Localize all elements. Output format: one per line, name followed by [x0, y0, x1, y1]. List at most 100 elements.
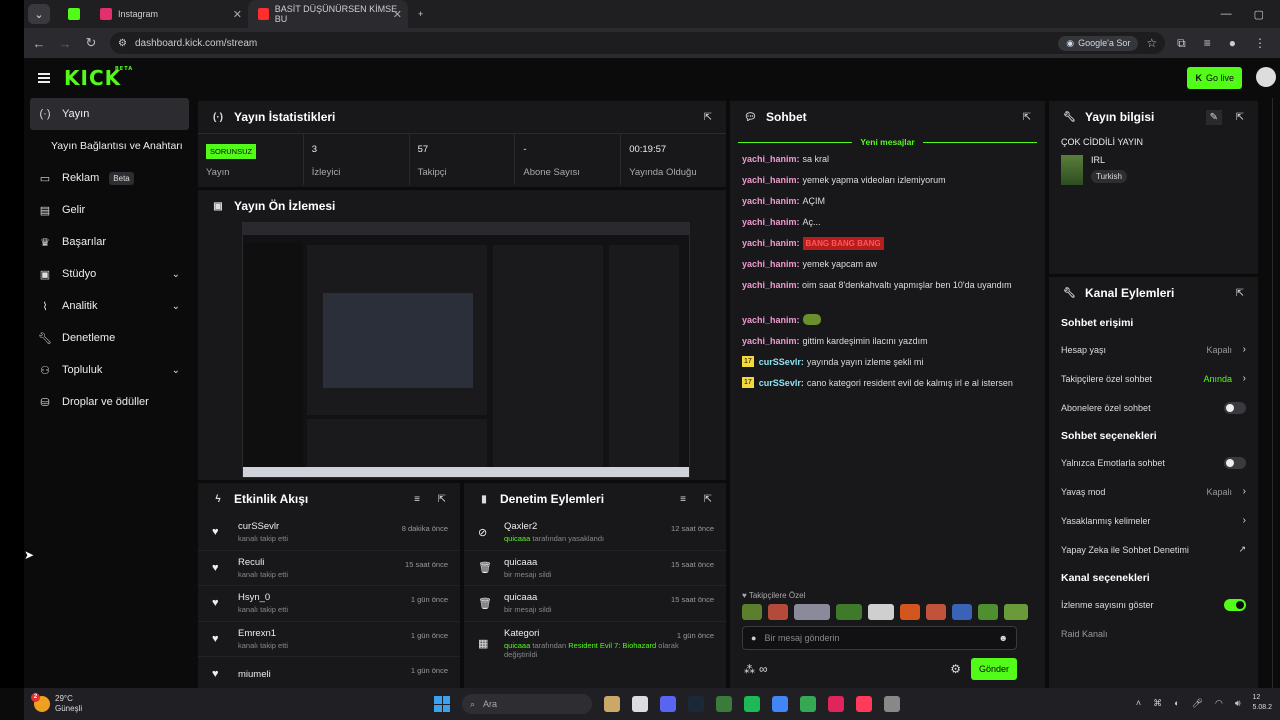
emote[interactable] — [868, 604, 894, 620]
setting-followers-only[interactable]: Takipçilere özel sohbet Anında › — [1049, 364, 1258, 393]
chat-username[interactable]: yachi_hanim: — [742, 280, 800, 290]
maximize-icon[interactable]: ▢ — [1254, 8, 1264, 21]
send-button[interactable]: Gönder — [970, 658, 1017, 680]
wifi-icon[interactable]: ◠ — [1215, 698, 1223, 709]
microphone-icon[interactable]: 🎤︎ — [1192, 698, 1203, 709]
chat-username[interactable]: yachi_hanim: — [742, 174, 800, 187]
chevron-up-icon[interactable]: ˄ — [1136, 698, 1141, 708]
setting-account-age[interactable]: Hesap yaşı Kapalı › — [1049, 335, 1258, 364]
new-messages-divider[interactable]: Yeni mesajlar — [730, 135, 1045, 149]
back-icon[interactable]: ← — [32, 36, 46, 51]
app-icon[interactable] — [828, 696, 844, 712]
volume-icon[interactable]: 🔊︎ — [1235, 698, 1241, 709]
filter-icon[interactable]: ≡ — [680, 494, 686, 505]
steam-icon[interactable] — [688, 696, 704, 712]
file-explorer-icon[interactable] — [604, 696, 620, 712]
edit-pencil-icon[interactable]: ✎ — [1205, 109, 1222, 125]
avatar[interactable] — [1256, 67, 1276, 87]
feed-name[interactable]: Qaxler2 — [504, 521, 604, 532]
sidebar-item-gelir[interactable]: ▤ Gelir — [24, 194, 194, 226]
feed-name[interactable]: curSSevlr — [238, 521, 288, 532]
google-ask-button[interactable]: ◉ Google'a Sor — [1058, 35, 1139, 51]
sidebar-item-droplar[interactable]: ⛁ Droplar ve ödüller — [24, 386, 194, 418]
feed-actor[interactable]: quicaaa — [504, 534, 530, 543]
bookmark-star-icon[interactable]: ☆ — [1146, 36, 1157, 50]
forward-icon[interactable]: → — [58, 36, 72, 51]
setting-ai-moderation[interactable]: Yapay Zeka ile Sohbet Denetimi ↗ — [1049, 535, 1258, 564]
setting-banned-words[interactable]: Yasaklanmış kelimeler › — [1049, 506, 1258, 535]
discord-icon[interactable] — [660, 696, 676, 712]
emote[interactable] — [768, 604, 788, 620]
hamburger-menu-icon[interactable] — [38, 73, 50, 83]
chat-badge-icon[interactable]: ● — [751, 633, 756, 643]
popout-icon[interactable]: ⇱ — [704, 112, 712, 123]
sidebar-item-studyo[interactable]: ▣ Stüdyo ⌄ — [24, 258, 194, 290]
emote[interactable] — [1004, 604, 1028, 620]
chat-input[interactable]: ● Bir mesaj gönderin ☻ — [742, 626, 1017, 650]
emote[interactable] — [952, 604, 972, 620]
chat-username[interactable]: yachi_hanim: — [742, 314, 800, 327]
tab-kick[interactable] — [58, 0, 90, 28]
kick-logo[interactable]: KICK BETA — [64, 66, 132, 90]
app-icon[interactable] — [856, 696, 872, 712]
menu-icon[interactable]: ⋮ — [1254, 36, 1266, 51]
popout-icon[interactable]: ⇱ — [704, 494, 712, 505]
emote[interactable] — [926, 604, 946, 620]
category-name[interactable]: IRL — [1091, 155, 1127, 165]
extensions-icon[interactable]: ⧉ — [1177, 36, 1186, 51]
popout-icon[interactable]: ⇱ — [1236, 112, 1244, 123]
feed-name[interactable]: Reculi — [238, 557, 288, 568]
setting-slow-mode[interactable]: Yavaş mod Kapalı › — [1049, 477, 1258, 506]
sidebar-item-topluluk[interactable]: ⚇ Topluluk ⌄ — [24, 354, 194, 386]
media-icon[interactable]: ≡ — [1204, 36, 1211, 51]
chat-username[interactable]: yachi_hanim: — [742, 237, 800, 250]
reload-icon[interactable]: ↻ — [84, 35, 98, 51]
tray-icon[interactable]: ⌘ — [1153, 698, 1162, 709]
popout-icon[interactable]: ⇱ — [1236, 288, 1244, 299]
minimize-icon[interactable]: — — [1221, 8, 1232, 21]
chrome-active-icon[interactable] — [800, 696, 816, 712]
tab-close-icon[interactable]: ✕ — [233, 8, 242, 21]
emote[interactable] — [742, 604, 762, 620]
tray-icon[interactable]: ◐ — [1174, 698, 1179, 708]
category-thumbnail[interactable] — [1061, 155, 1083, 185]
tab-youtube[interactable]: BASİT DÜŞÜNÜRSEN KİMSE BU ✕ — [248, 0, 408, 28]
tab-search-button[interactable]: ⌄ — [28, 4, 50, 24]
feed-actor[interactable]: quicaaa — [504, 641, 530, 650]
site-info-icon[interactable]: ⚙ — [118, 38, 127, 49]
points-icon[interactable]: ⁂ — [744, 663, 755, 676]
chat-username[interactable]: yachi_hanim: — [742, 195, 800, 208]
tab-instagram[interactable]: Instagram ✕ — [90, 0, 248, 28]
emote[interactable] — [794, 604, 830, 620]
chrome-icon[interactable] — [772, 696, 788, 712]
emote[interactable] — [978, 604, 998, 620]
tab-close-icon[interactable]: ✕ — [393, 8, 402, 21]
sidebar-item-stream-key[interactable]: Yayın Bağlantısı ve Anahtarı — [24, 130, 194, 162]
spotify-icon[interactable] — [744, 696, 760, 712]
feed-name[interactable]: quicaaa — [504, 592, 552, 603]
windows-start-icon[interactable] — [434, 696, 450, 712]
feed-game[interactable]: Resident Evil 7: Biohazard — [568, 641, 656, 650]
sidebar-item-analitik[interactable]: ⌇ Analitik ⌄ — [24, 290, 194, 322]
chat-username[interactable]: yachi_hanim: — [742, 258, 800, 271]
emote-only-toggle[interactable] — [1224, 456, 1246, 469]
clock[interactable]: 12 5.08.2 — [1253, 693, 1272, 713]
emoji-icon[interactable]: ☻ — [999, 633, 1008, 643]
app-icon[interactable] — [632, 696, 648, 712]
chat-username[interactable]: yachi_hanim: — [742, 335, 800, 348]
chat-username[interactable]: curSSevlr: — [759, 356, 804, 369]
obs-icon[interactable] — [884, 696, 900, 712]
stream-preview-video[interactable] — [242, 222, 690, 478]
new-tab-button[interactable]: + — [408, 0, 433, 28]
subscribers-only-toggle[interactable] — [1224, 401, 1246, 414]
weather-widget[interactable]: 2 29°C Güneşli — [24, 693, 82, 714]
show-viewcount-toggle[interactable] — [1224, 598, 1246, 611]
sidebar-item-yayin[interactable]: (·) Yayın — [30, 98, 189, 130]
sidebar-item-reklam[interactable]: ▭ Reklam Beta — [24, 162, 194, 194]
app-icon[interactable] — [716, 696, 732, 712]
chat-username[interactable]: yachi_hanim: — [742, 216, 800, 229]
sidebar-item-basarilar[interactable]: ♛ Başarılar — [24, 226, 194, 258]
taskbar-search[interactable]: ⌕ Ara — [462, 694, 592, 714]
feed-name[interactable]: quicaaa — [504, 557, 552, 568]
bang-emote[interactable]: BANG BANG BANG — [802, 237, 884, 250]
